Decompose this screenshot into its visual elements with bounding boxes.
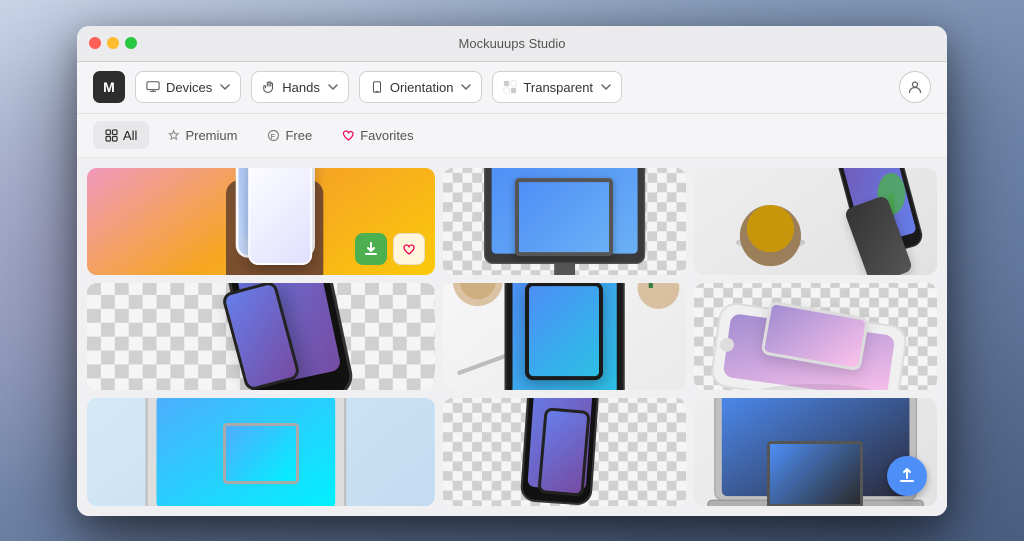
mockup-bg-4: [87, 283, 435, 390]
mockup-bg-6: [694, 283, 937, 390]
titlebar: Mockuuups Studio: [77, 26, 947, 62]
mockup-bg-7: [87, 398, 435, 505]
item-1-actions: [355, 233, 425, 265]
hand-icon: [262, 80, 276, 94]
app-window: Mockuuups Studio M Devices Hands: [77, 26, 947, 516]
free-icon: F: [267, 129, 280, 142]
mockup-item-6[interactable]: [694, 283, 937, 390]
fab-button[interactable]: [887, 456, 927, 496]
mockup-bg-3: [694, 168, 937, 275]
toolbar: M Devices Hands: [77, 62, 947, 114]
mockup-bg-5: [443, 283, 686, 390]
profile-button[interactable]: [899, 71, 931, 103]
phone-transparent-bottom-illustration: [443, 398, 686, 505]
orientation-label: Orientation: [390, 80, 454, 95]
mockup-item-9[interactable]: [694, 398, 937, 505]
tablet-hand-illustration: [443, 283, 686, 390]
chevron-down-icon: [328, 82, 338, 92]
transparent-label: Transparent: [523, 80, 593, 95]
monitor-illustration: [443, 168, 686, 275]
hands-dropdown[interactable]: Hands: [251, 71, 349, 103]
transparent-icon: [503, 80, 517, 94]
logo-button[interactable]: M: [93, 71, 125, 103]
mockup-item-7[interactable]: [87, 398, 435, 505]
transparent-dropdown[interactable]: Transparent: [492, 71, 622, 103]
mockup-grid: [87, 168, 937, 506]
maximize-button[interactable]: [125, 37, 137, 49]
flat-phone-illustration: [694, 283, 937, 390]
tab-favorites-label: Favorites: [360, 128, 413, 143]
orientation-dropdown[interactable]: Orientation: [359, 71, 483, 103]
mockup-item-8[interactable]: [443, 398, 686, 505]
floating-phone-illustration: [87, 283, 435, 390]
orientation-icon: [370, 80, 384, 94]
person-icon: [907, 79, 923, 95]
chevron-down-icon: [601, 82, 611, 92]
mockup-item-1[interactable]: [87, 168, 435, 275]
tab-premium[interactable]: Premium: [155, 121, 249, 149]
mockup-item-2[interactable]: [443, 168, 686, 275]
heart-icon: [402, 242, 416, 256]
heart-icon: [342, 129, 355, 142]
mockup-item-3[interactable]: [694, 168, 937, 275]
content-area: [77, 158, 947, 516]
chevron-down-icon: [461, 82, 471, 92]
hands-label: Hands: [282, 80, 320, 95]
mockup-bg-2: [443, 168, 686, 275]
tab-favorites[interactable]: Favorites: [330, 121, 425, 149]
tab-all-label: All: [123, 128, 137, 143]
window-controls: [89, 37, 137, 49]
devices-label: Devices: [166, 80, 212, 95]
monitor-icon: [146, 80, 160, 94]
imac-room-illustration: [87, 398, 435, 505]
upload-icon: [897, 466, 917, 486]
svg-text:F: F: [271, 134, 276, 141]
download-icon: [363, 241, 379, 257]
filter-bar: All Premium F Free Favorites: [77, 114, 947, 158]
star-icon: [167, 129, 180, 142]
phone-coffee-illustration: [694, 168, 937, 275]
window-title: Mockuuups Studio: [459, 36, 566, 51]
favorite-button-1[interactable]: [393, 233, 425, 265]
close-button[interactable]: [89, 37, 101, 49]
minimize-button[interactable]: [107, 37, 119, 49]
tab-premium-label: Premium: [185, 128, 237, 143]
tab-all[interactable]: All: [93, 121, 149, 149]
tab-free[interactable]: F Free: [255, 121, 324, 149]
mockup-item-4[interactable]: [87, 283, 435, 390]
mockup-item-5[interactable]: [443, 283, 686, 390]
chevron-down-icon: [220, 82, 230, 92]
download-button-1[interactable]: [355, 233, 387, 265]
devices-dropdown[interactable]: Devices: [135, 71, 241, 103]
grid-icon: [105, 129, 118, 142]
mockup-bg-8: [443, 398, 686, 505]
tab-free-label: Free: [285, 128, 312, 143]
